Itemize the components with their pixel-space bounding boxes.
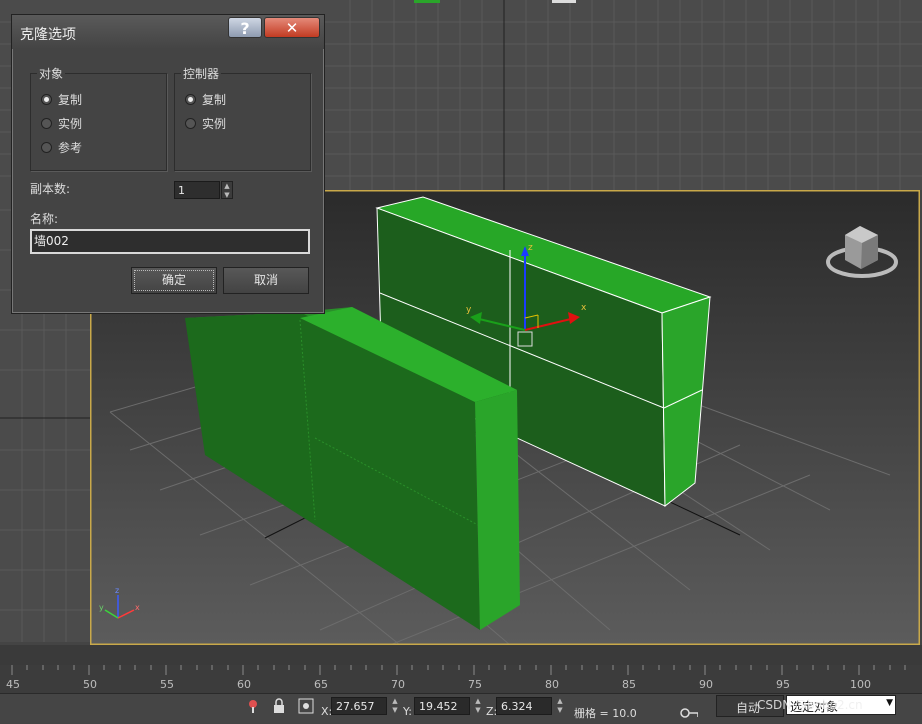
clone-options-dialog: 克隆选项 ? ✕ 对象 复制 实例 参考 控制器 复制 实例 副本数: 1 ▲ ▼… [11,14,325,314]
controller-instance-label: 实例 [202,117,227,131]
object-group-title: 对象 [37,65,66,82]
z-coord-spinner[interactable]: ▲ ▼ [556,697,564,715]
radio-icon [41,118,52,129]
y-coord-field[interactable]: 19.452 [414,697,470,715]
tripod-y-label: y [99,603,104,612]
radio-selected-icon [41,94,52,105]
timeline-tick-label: 95 [776,678,790,691]
copies-label: 副本数: [30,182,71,196]
object-instance-label: 实例 [58,117,83,131]
viewport-gap [0,645,922,665]
radio-icon [185,118,196,129]
gizmo-x-label: x [581,303,587,313]
z-coord-field[interactable]: 6.324 [496,697,552,715]
help-button[interactable]: ? [228,17,262,38]
timeline-tick-label: 100 [850,678,871,691]
copies-field[interactable]: 1 [174,181,220,199]
timeline-tick-label: 80 [545,678,559,691]
gizmo-y-label: y [466,305,472,315]
cancel-button[interactable]: 取消 [223,267,309,294]
gizmo-z-label: z [528,243,533,253]
timeline-ticks [11,665,906,675]
close-button[interactable]: ✕ [264,17,320,38]
name-field[interactable]: 墙002 [30,229,310,254]
isolate-icon[interactable] [244,697,262,715]
timeline-tick-label: 75 [468,678,482,691]
tripod-z-label: z [115,586,119,595]
controller-copy-radio[interactable]: 复制 [185,91,226,109]
name-label: 名称: [30,212,59,226]
controller-group-title: 控制器 [181,65,222,82]
timeline-tick-label: 45 [6,678,20,691]
radio-selected-icon [185,94,196,105]
radio-icon [41,142,52,153]
object-copy-radio[interactable]: 复制 [41,91,82,109]
y-coord-label: Y: [403,705,412,718]
lock-icon[interactable] [270,697,288,715]
object-instance-radio[interactable]: 实例 [41,115,82,133]
x-coord-field[interactable]: 27.657 [331,697,387,715]
timeline-tick-label: 60 [237,678,251,691]
copies-spinner[interactable]: ▲ ▼ [221,181,233,199]
controller-copy-label: 复制 [202,93,227,107]
object-group: 对象 复制 实例 参考 [30,65,167,171]
dialog-titlebar[interactable]: 克隆选项 ? ✕ [12,15,324,49]
timeline-tick-label: 70 [391,678,405,691]
timeline-tick-label: 65 [314,678,328,691]
timeline-tick-label: 85 [622,678,636,691]
tripod-x-label: x [135,603,140,612]
timeline-tick-label: 90 [699,678,713,691]
watermark: CSDN @bobo2.cn [757,698,863,712]
timeline-tick-label: 55 [160,678,174,691]
ok-button[interactable]: 确定 [131,267,217,294]
timeline-tick-label: 50 [83,678,97,691]
grid-size-readout: 栅格 = 10.0 [574,707,637,720]
object-copy-label: 复制 [58,93,83,107]
dialog-title: 克隆选项 [20,27,76,43]
controller-instance-radio[interactable]: 实例 [185,115,226,133]
controller-group: 控制器 复制 实例 [174,65,311,171]
chevron-down-icon: ▼ [886,698,893,708]
absolute-mode-icon[interactable] [297,697,315,715]
x-coord-spinner[interactable]: ▲ ▼ [391,697,399,715]
object-reference-radio[interactable]: 参考 [41,139,82,157]
object-reference-label: 参考 [58,141,83,155]
key-icon[interactable] [680,706,698,724]
y-coord-spinner[interactable]: ▲ ▼ [474,697,482,715]
